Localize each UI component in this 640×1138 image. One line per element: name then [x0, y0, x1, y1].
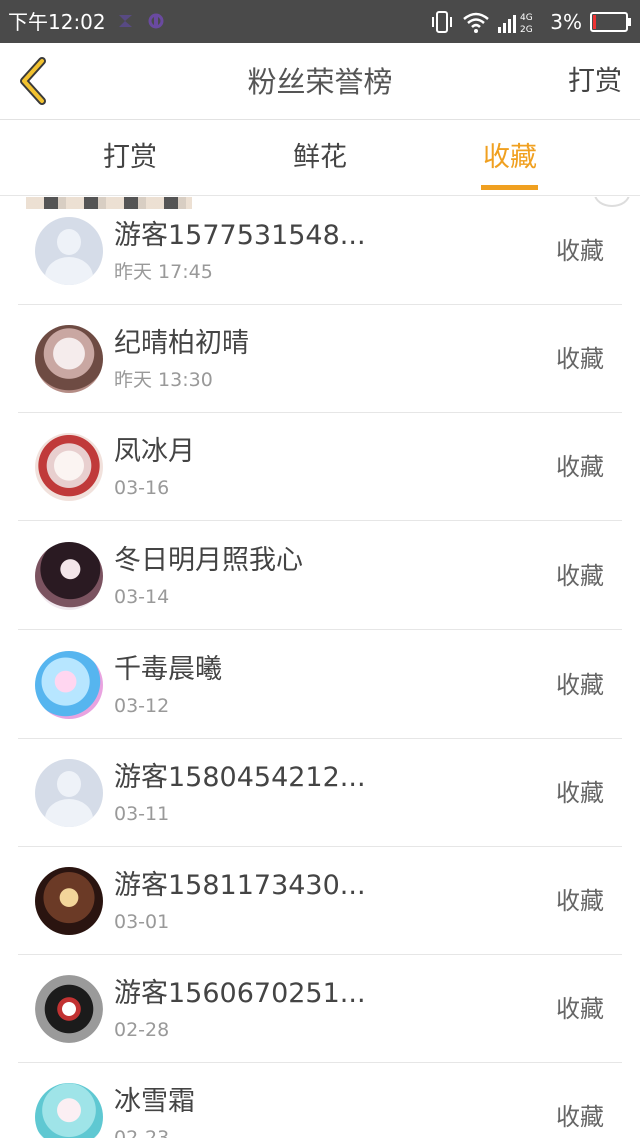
- user-name: 纪晴柏初晴: [114, 328, 249, 359]
- timestamp: 03-16: [114, 477, 170, 499]
- network-label-2g: 2G: [520, 25, 533, 35]
- avatar: [35, 975, 103, 1043]
- user-name: 游客1560670251...: [114, 978, 366, 1009]
- timestamp: 昨天 17:45: [114, 261, 213, 283]
- notification-icon: [119, 15, 132, 27]
- timestamp: 03-11: [114, 803, 170, 825]
- list-item[interactable]: 游客1581173430... 03-01 收藏: [18, 847, 622, 955]
- action-label: 收藏: [556, 671, 604, 699]
- avatar: [35, 1083, 103, 1138]
- timestamp: 03-14: [114, 586, 170, 608]
- avatar: [35, 651, 103, 719]
- list-item[interactable]: 千毒晨曦 03-12 收藏: [18, 631, 622, 739]
- action-label: 收藏: [556, 562, 604, 590]
- avatar: [35, 867, 103, 935]
- status-icons: 4G 2G 3%: [430, 8, 632, 36]
- status-bar: 下午12:02 4G 2G 3%: [0, 0, 640, 43]
- timestamp: 03-01: [114, 911, 170, 933]
- default-avatar-icon: [35, 759, 103, 827]
- page-title: 粉丝荣誉榜: [247, 65, 393, 99]
- timestamp: 02-23: [114, 1127, 170, 1138]
- wifi-icon: [463, 12, 490, 33]
- list-item[interactable]: 冰雪霜 02-23 收藏: [18, 1063, 622, 1138]
- list-item[interactable]: 游客1577531548... 昨天 17:45 收藏: [18, 197, 622, 305]
- avatar: [35, 325, 103, 393]
- user-name: 千毒晨曦: [114, 654, 222, 685]
- nav-header: 粉丝荣誉榜 打赏: [0, 43, 640, 120]
- tab-flowers[interactable]: 鲜花: [260, 141, 380, 175]
- avatar: [35, 542, 103, 610]
- user-name: 游客1580454212...: [114, 762, 366, 793]
- user-name: 凤冰月: [114, 436, 195, 467]
- list-item[interactable]: 游客1560670251... 02-28 收藏: [18, 955, 622, 1063]
- vibrate-icon: [432, 11, 453, 33]
- action-label: 收藏: [556, 345, 604, 373]
- network-label-4g: 4G: [520, 13, 533, 23]
- reward-button[interactable]: 打赏: [568, 63, 622, 101]
- active-tab-indicator: [481, 185, 538, 190]
- user-name: 冬日明月照我心: [114, 545, 303, 576]
- action-label: 收藏: [556, 995, 604, 1023]
- list-item[interactable]: 游客1580454212... 03-11 收藏: [18, 739, 622, 847]
- default-avatar-icon: [35, 217, 103, 285]
- action-label: 收藏: [556, 887, 604, 915]
- timestamp: 昨天 13:30: [114, 369, 213, 391]
- battery-percent: 3%: [550, 10, 582, 34]
- timestamp: 02-28: [114, 1019, 170, 1041]
- tab-reward[interactable]: 打赏: [70, 141, 190, 175]
- avatar: [35, 433, 103, 501]
- user-name: 冰雪霜: [114, 1086, 195, 1117]
- status-time: 下午12:02: [8, 10, 106, 34]
- list-item[interactable]: 凤冰月 03-16 收藏: [18, 413, 622, 521]
- action-label: 收藏: [556, 1103, 604, 1131]
- action-label: 收藏: [556, 453, 604, 481]
- signal-icon: 4G 2G: [498, 13, 533, 35]
- timestamp: 03-12: [114, 695, 170, 717]
- tab-favorites[interactable]: 收藏: [450, 141, 570, 175]
- notification-icon: [148, 13, 164, 29]
- tab-bar: 打赏 鲜花 收藏: [0, 121, 640, 196]
- list-item[interactable]: 冬日明月照我心 03-14 收藏: [18, 522, 622, 630]
- user-name: 游客1581173430...: [114, 870, 366, 901]
- fan-list[interactable]: 游客1577531548... 昨天 17:45 收藏 纪晴柏初晴 昨天 13:…: [0, 197, 640, 1138]
- action-label: 收藏: [556, 237, 604, 265]
- action-label: 收藏: [556, 779, 604, 807]
- battery-icon: [590, 12, 631, 32]
- list-item[interactable]: 纪晴柏初晴 昨天 13:30 收藏: [18, 305, 622, 413]
- user-name: 游客1577531548...: [114, 220, 366, 251]
